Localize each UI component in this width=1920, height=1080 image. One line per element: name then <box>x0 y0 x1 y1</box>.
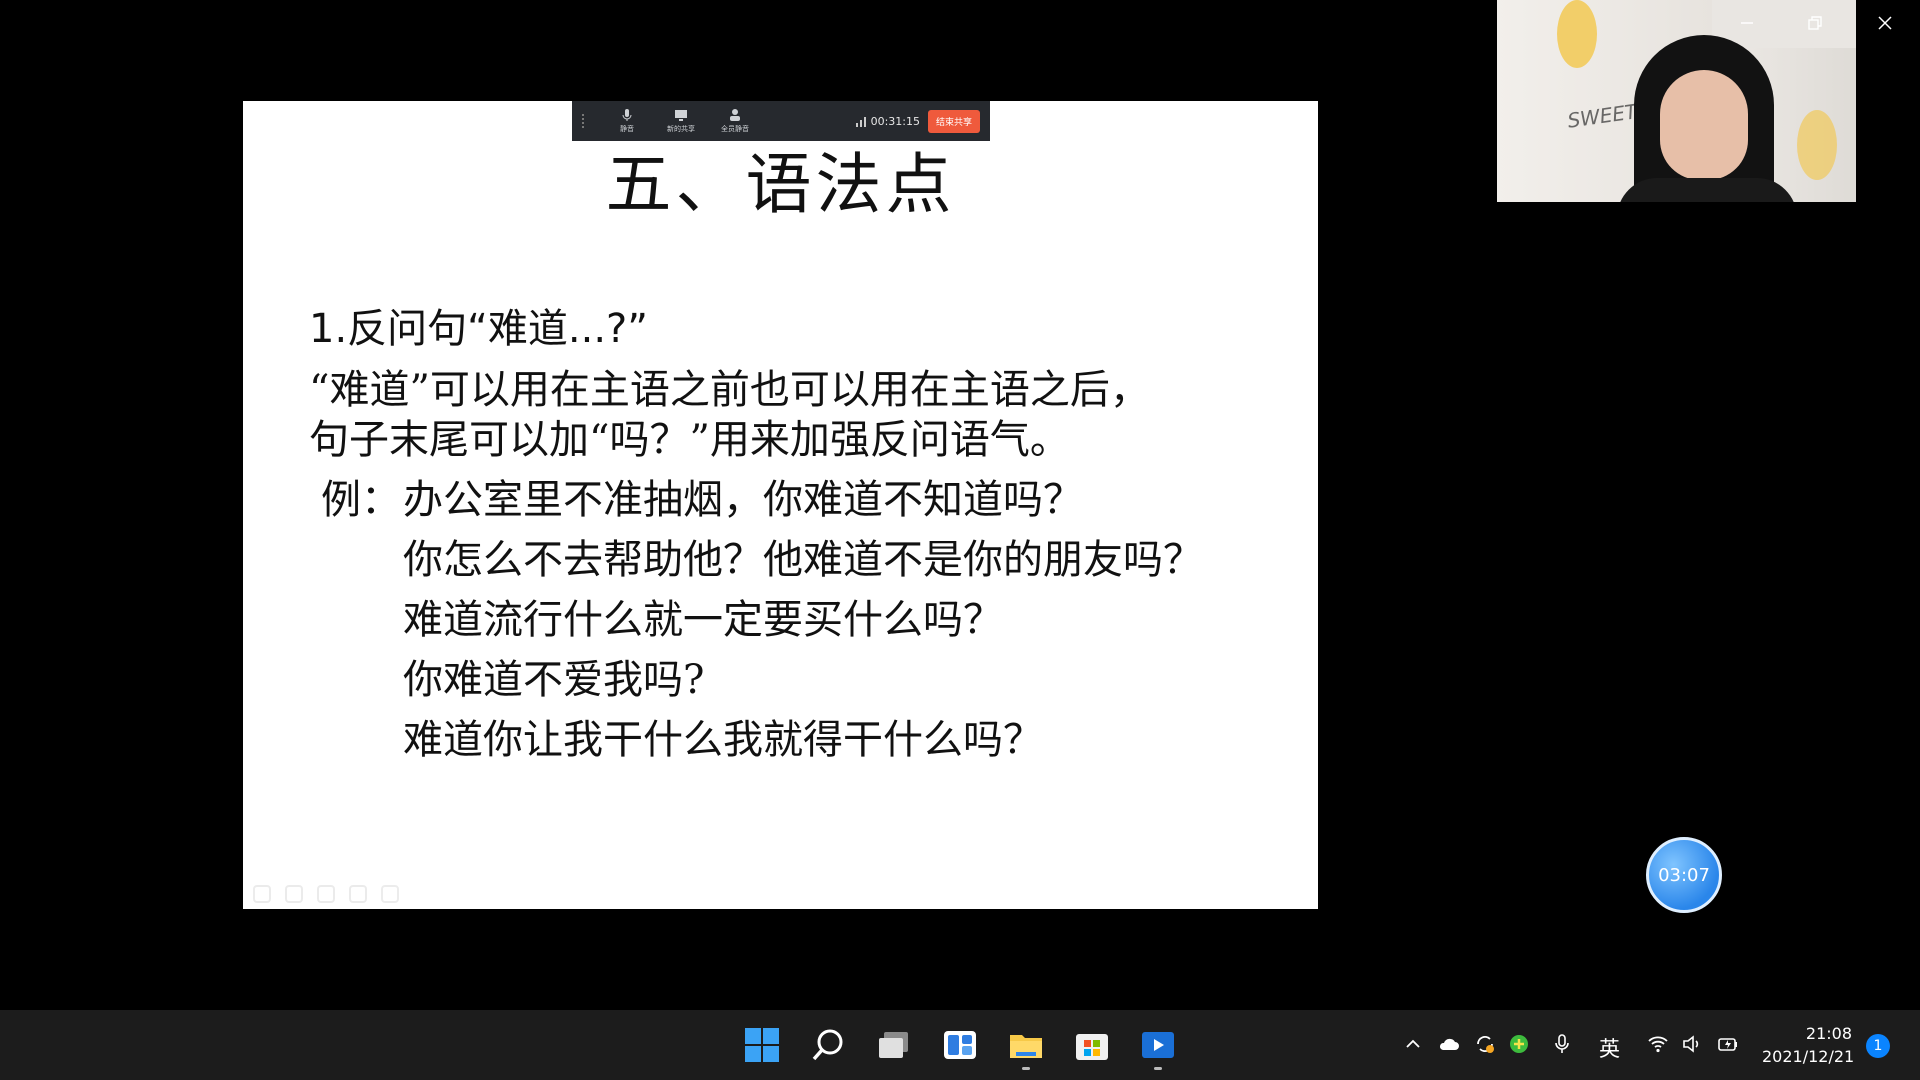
green-app-icon <box>1510 1035 1528 1053</box>
wifi-icon <box>1648 1036 1668 1053</box>
mute-label: 静音 <box>620 125 634 133</box>
pineapple-pattern <box>1797 110 1837 180</box>
new-share-label: 新的共享 <box>667 125 695 133</box>
search-icon <box>812 1029 843 1061</box>
shared-slide: 五、语法点 1.反问句“难道...?” “难道”可以用在主语之前也可以用在主语之… <box>243 101 1318 909</box>
slide-title: 五、语法点 <box>605 146 956 223</box>
microsoft-store-button[interactable] <box>1067 1020 1117 1070</box>
clear-tool-icon[interactable] <box>349 885 367 903</box>
task-view-button[interactable] <box>869 1020 919 1070</box>
end-share-button[interactable]: 结束共享 <box>927 109 980 133</box>
microphone-icon <box>622 109 632 121</box>
participants-label: 全员静音 <box>721 125 749 133</box>
meeting-toolbar: 静音 新的共享 全员静音 00:31:15 结束共享 <box>572 101 990 141</box>
wifi-tray[interactable] <box>1647 1033 1669 1055</box>
example-label: 例： <box>321 477 401 523</box>
volume-tray[interactable] <box>1681 1033 1703 1055</box>
minimize-icon <box>1741 22 1753 24</box>
chevron-up-icon <box>1406 1039 1420 1048</box>
file-explorer-button[interactable] <box>1001 1020 1051 1070</box>
restore-button[interactable] <box>1792 8 1838 38</box>
input-method-indicator[interactable]: 英 <box>1599 1033 1620 1063</box>
notification-badge[interactable]: 1 <box>1866 1034 1890 1058</box>
participants-button[interactable]: 全员静音 <box>708 108 762 134</box>
minimize-button[interactable] <box>1724 8 1770 38</box>
shape-tool-icon[interactable] <box>285 885 303 903</box>
microphone-tray[interactable] <box>1551 1033 1573 1055</box>
zoom-tool-icon[interactable] <box>381 885 399 903</box>
pen-tool-icon[interactable] <box>253 885 271 903</box>
example-sentence: 办公室里不准抽烟，你难道不知道吗？ <box>403 477 1083 523</box>
file-explorer-icon <box>1010 1035 1042 1058</box>
app-tray[interactable] <box>1508 1033 1530 1055</box>
eraser-tool-icon[interactable] <box>317 885 335 903</box>
sync-tray[interactable] <box>1474 1033 1496 1055</box>
example-sentence: 难道流行什么就一定要买什么吗？ <box>403 597 1003 643</box>
microsoft-store-icon <box>1076 1034 1108 1060</box>
example-sentence: 你怎么不去帮助他？他难道不是你的朋友吗？ <box>403 537 1203 583</box>
close-icon <box>1878 16 1892 30</box>
show-hidden-icons-button[interactable] <box>1402 1033 1424 1055</box>
floating-timer[interactable]: 03:07 <box>1646 837 1722 913</box>
battery-charging-icon <box>1718 1038 1737 1051</box>
sync-icon <box>1477 1036 1494 1053</box>
new-share-button[interactable]: 新的共享 <box>654 108 708 134</box>
start-button[interactable] <box>737 1020 787 1070</box>
task-view-icon <box>879 1032 908 1058</box>
widgets-icon <box>944 1031 976 1059</box>
taskbar <box>0 1010 1920 1080</box>
slide-annotation-tools <box>253 885 399 903</box>
widgets-button[interactable] <box>935 1020 985 1070</box>
system-clock[interactable]: 21:08 2021/12/21 <box>1762 1024 1855 1066</box>
meeting-timer: 00:31:15 <box>870 114 920 128</box>
battery-tray[interactable] <box>1717 1033 1739 1055</box>
mute-button[interactable]: 静音 <box>600 108 654 134</box>
media-player-button[interactable] <box>1133 1020 1183 1070</box>
participants-icon <box>730 109 740 121</box>
clock-time: 21:08 <box>1805 1024 1852 1043</box>
restore-icon <box>1808 16 1822 30</box>
signal-icon <box>855 117 866 127</box>
clock-date: 2021/12/21 <box>1762 1047 1855 1066</box>
close-button[interactable] <box>1862 8 1908 38</box>
microphone-icon <box>1555 1034 1569 1053</box>
screen-share-icon <box>675 110 687 121</box>
presenter-face <box>1660 70 1748 180</box>
pineapple-pattern <box>1557 0 1597 68</box>
drag-handle[interactable] <box>582 114 586 128</box>
onedrive-tray[interactable] <box>1438 1033 1460 1055</box>
example-sentence: 难道你让我干什么我就得干什么吗？ <box>403 717 1043 763</box>
grammar-point-heading: 1.反问句“难道...?” <box>309 306 648 352</box>
search-button[interactable] <box>803 1020 853 1070</box>
windows-start-icon <box>745 1028 779 1062</box>
cloud-icon <box>1439 1038 1459 1050</box>
media-player-icon <box>1142 1032 1174 1058</box>
description-line: 句子末尾可以加“吗？”用来加强反问语气。 <box>309 417 1070 463</box>
example-sentence: 你难道不爱我吗? <box>403 657 705 703</box>
volume-icon <box>1683 1035 1699 1053</box>
